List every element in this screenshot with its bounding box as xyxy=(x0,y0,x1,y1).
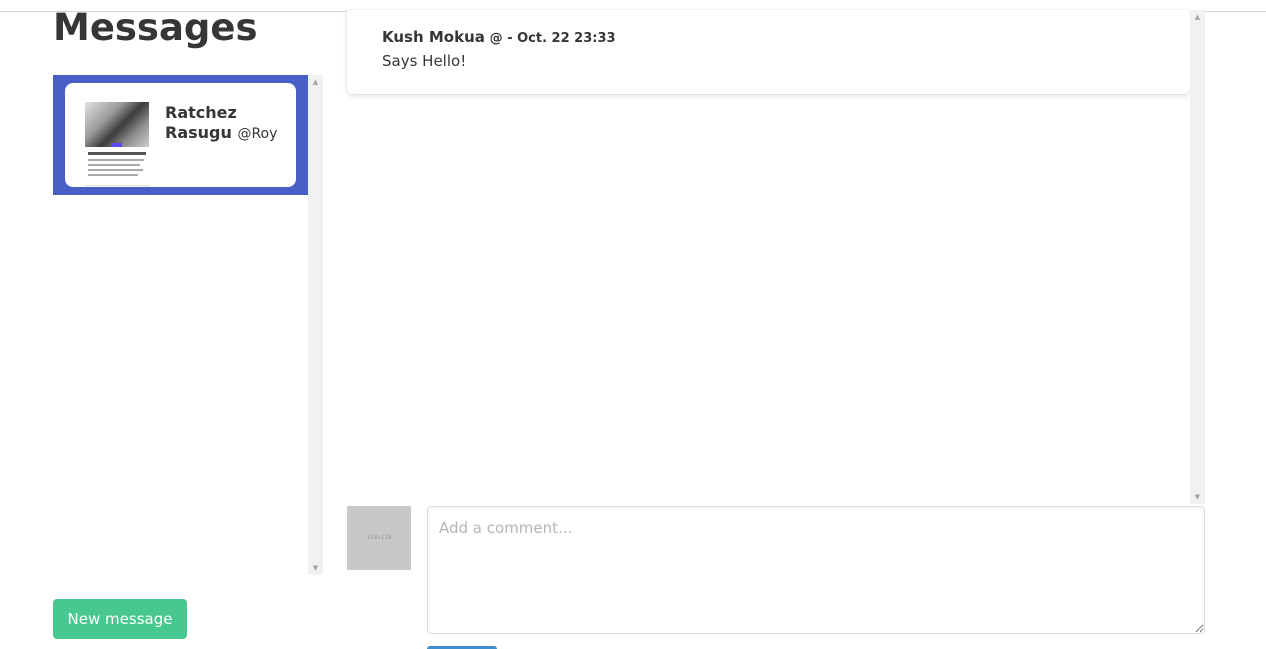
preview-text-line xyxy=(88,169,143,171)
chat-messages-panel: Kush Mokua @ - Oct. 22 23:33 Says Hello!… xyxy=(347,10,1205,504)
conversation-scrollbar[interactable]: ▲ ▼ xyxy=(308,75,323,575)
chat-scrollbar[interactable]: ▲ ▼ xyxy=(1190,10,1205,504)
conversation-list: Ratchez Rasugu @Roy ▲ ▼ xyxy=(53,75,323,575)
scroll-down-arrow-icon[interactable]: ▼ xyxy=(308,561,323,575)
scroll-up-arrow-icon[interactable]: ▲ xyxy=(308,75,323,89)
preview-footer xyxy=(85,185,149,187)
conversation-item-selected[interactable]: Ratchez Rasugu @Roy xyxy=(53,75,308,195)
photo-image xyxy=(85,102,149,147)
scroll-up-arrow-icon[interactable]: ▲ xyxy=(1190,10,1205,24)
message-card: Kush Mokua @ - Oct. 22 23:33 Says Hello! xyxy=(347,10,1190,94)
conversation-name: Ratchez Rasugu @Roy xyxy=(165,103,285,144)
comment-input[interactable] xyxy=(427,506,1205,634)
message-header: Kush Mokua @ - Oct. 22 23:33 xyxy=(382,28,616,46)
new-message-button[interactable]: New message xyxy=(53,599,187,639)
conversation-card: Ratchez Rasugu @Roy xyxy=(65,83,296,187)
preview-heading-line xyxy=(88,152,146,155)
message-text: Says Hello! xyxy=(382,52,467,70)
preview-text-line xyxy=(88,164,140,166)
preview-text-line xyxy=(88,174,138,176)
conversation-contact-handle: @Roy xyxy=(237,126,278,142)
conversation-contact-name: Ratchez Rasugu xyxy=(165,103,237,142)
message-meta: @ - Oct. 22 23:33 xyxy=(489,31,616,46)
page-title: Messages xyxy=(53,6,258,49)
preview-text-line xyxy=(88,159,144,161)
article-preview-thumbnail xyxy=(85,102,149,187)
user-avatar-placeholder: 128×128 xyxy=(347,506,411,570)
message-author: Kush Mokua xyxy=(382,28,485,46)
tag-chip xyxy=(112,143,122,147)
scroll-down-arrow-icon[interactable]: ▼ xyxy=(1190,490,1205,504)
